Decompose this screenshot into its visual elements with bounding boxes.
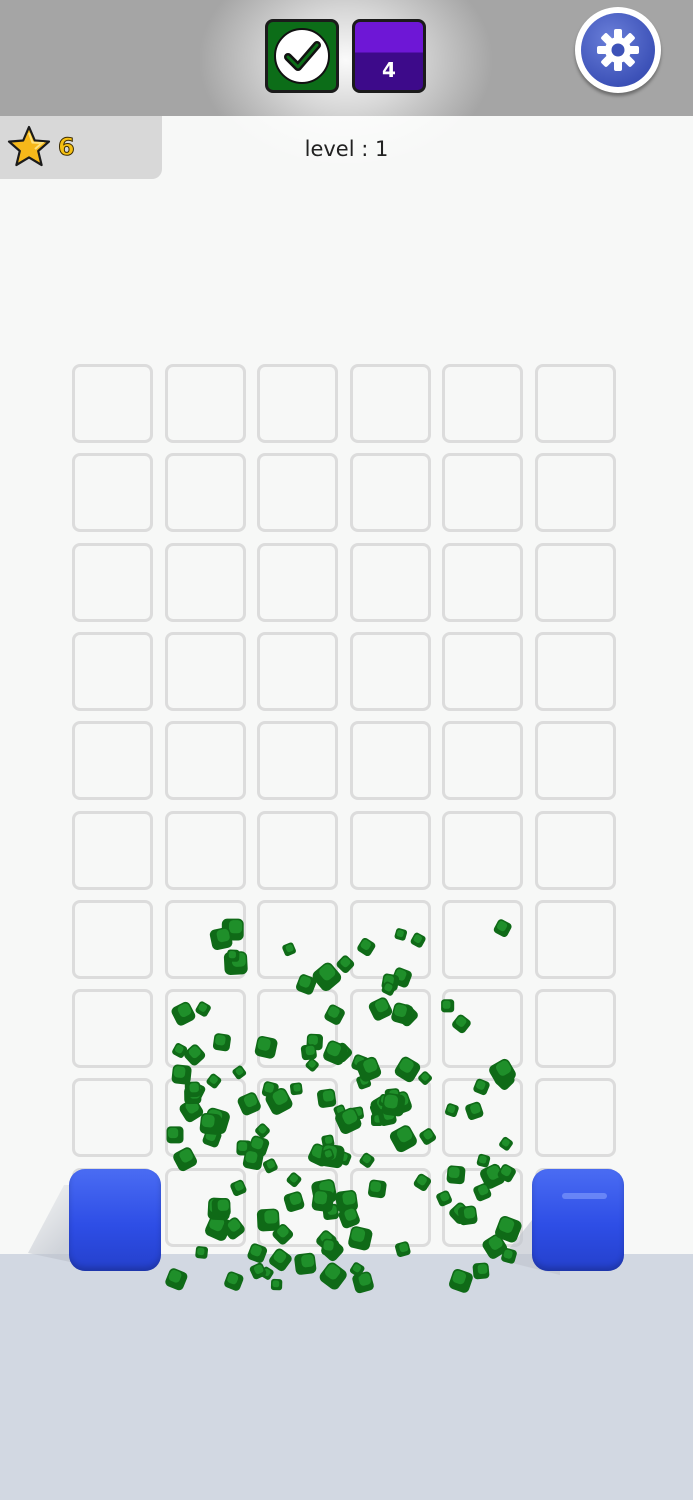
grid-cell — [257, 989, 339, 1069]
grid-cell — [164, 989, 246, 1069]
grid-cell — [535, 542, 616, 622]
grid-cell — [442, 810, 524, 890]
grid-cell — [349, 721, 431, 801]
grid-cell — [442, 364, 524, 443]
grid-cell — [442, 631, 524, 711]
grid-cell — [72, 899, 153, 979]
grid-cell — [72, 1078, 153, 1158]
grid-cell — [535, 1078, 616, 1158]
grid-cell — [72, 542, 153, 622]
grid-cell — [257, 631, 339, 711]
grid-cell — [349, 810, 431, 890]
grid-cell — [257, 453, 339, 533]
grid-cell — [164, 453, 246, 533]
goal-completed-green — [265, 19, 339, 93]
grid-cell — [442, 1078, 524, 1158]
grid-cell — [535, 989, 616, 1069]
grid-cell — [442, 1167, 524, 1247]
grid-cell — [72, 631, 153, 711]
blue-block-right[interactable] — [532, 1169, 624, 1271]
grid-cell — [442, 989, 524, 1069]
grid-cell — [349, 542, 431, 622]
grid-cell — [349, 631, 431, 711]
blue-block-left[interactable] — [69, 1169, 161, 1271]
grid-cell — [72, 453, 153, 533]
grid-cell — [257, 542, 339, 622]
floor — [0, 1254, 693, 1500]
grid-cell — [164, 631, 246, 711]
grid-cell — [164, 364, 246, 443]
grid-cell — [442, 899, 524, 979]
checkmark-icon — [274, 28, 330, 84]
grid-cell — [164, 1167, 246, 1247]
gear-icon — [597, 29, 639, 71]
grid-cell — [349, 364, 431, 443]
grid-cell — [257, 1078, 339, 1158]
grid-cell — [442, 453, 524, 533]
grid-cell — [535, 899, 616, 979]
grid-cell — [442, 721, 524, 801]
grid-cell — [164, 810, 246, 890]
level-label: level : 1 — [304, 137, 389, 161]
grid-cell — [535, 364, 616, 443]
goal-purple: 4 — [352, 19, 426, 93]
board-grid — [72, 364, 622, 1254]
top-bar: 4 — [0, 0, 693, 180]
grid-cell — [349, 453, 431, 533]
grid-cell — [535, 631, 616, 711]
grid-cell — [72, 721, 153, 801]
grid-cell — [257, 1167, 339, 1247]
grid-cell — [257, 364, 339, 443]
grid-cell — [72, 989, 153, 1069]
grid-cell — [164, 542, 246, 622]
grid-cell — [257, 721, 339, 801]
grid-cell — [442, 542, 524, 622]
grid-cell — [257, 899, 339, 979]
grid-cell — [164, 899, 246, 979]
grid-cell — [257, 810, 339, 890]
grid-cell — [164, 721, 246, 801]
goal-purple-count: 4 — [382, 58, 396, 82]
grid-cell — [349, 989, 431, 1069]
grid-cell — [535, 721, 616, 801]
grid-cell — [349, 1078, 431, 1158]
grid-cell — [72, 810, 153, 890]
grid-cell — [349, 1167, 431, 1247]
grid-cell — [535, 453, 616, 533]
settings-button[interactable] — [575, 7, 661, 93]
grid-cell — [349, 899, 431, 979]
grid-cell — [72, 364, 153, 443]
grid-cell — [535, 810, 616, 890]
grid-cell — [164, 1078, 246, 1158]
